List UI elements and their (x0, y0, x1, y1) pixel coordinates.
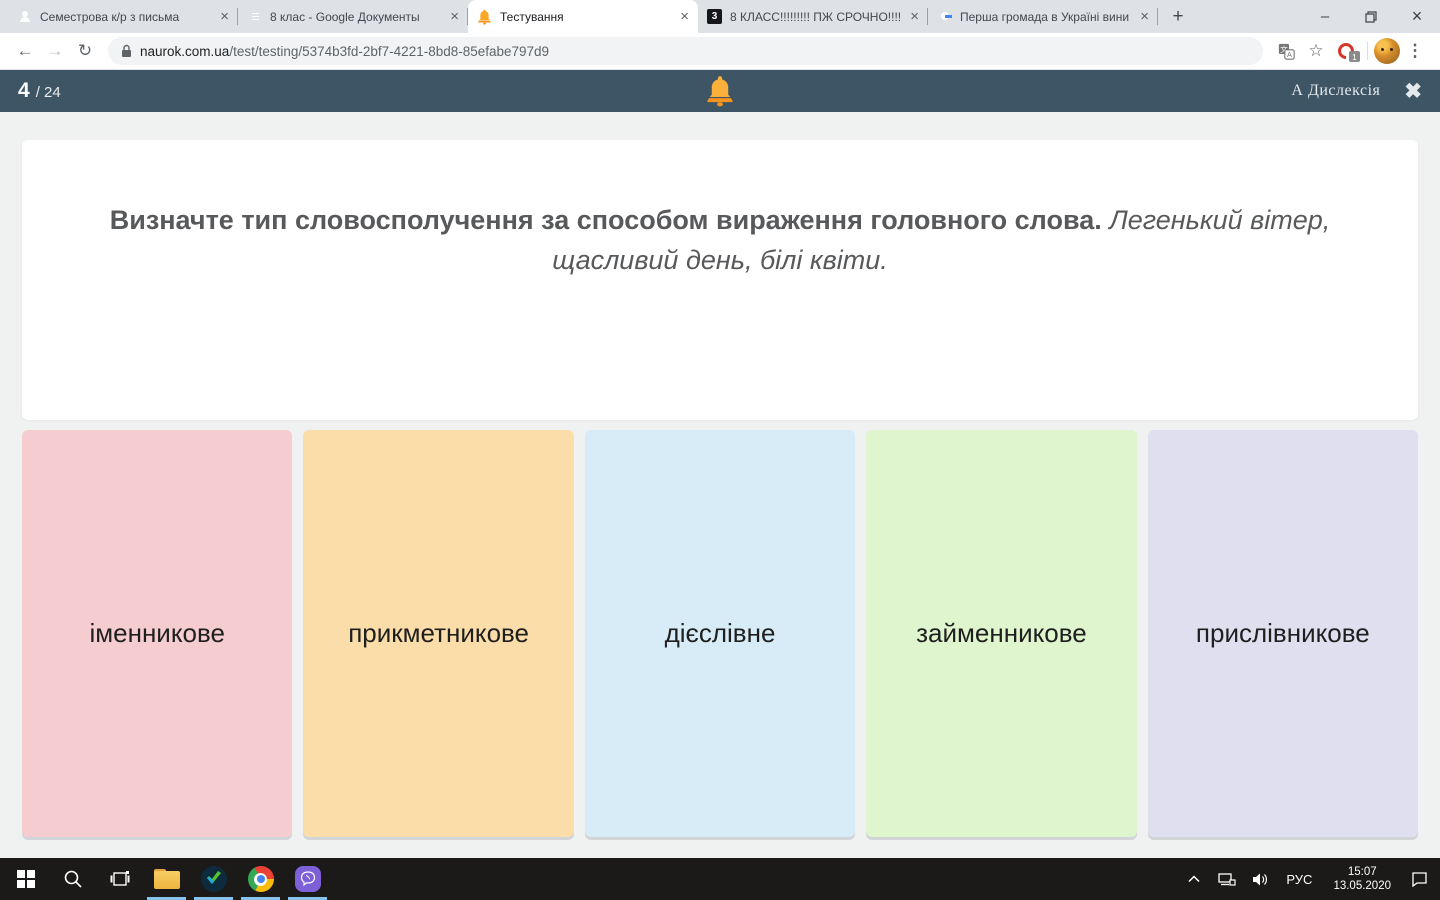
viber-icon[interactable] (284, 858, 331, 900)
green-app-icon[interactable] (190, 858, 237, 900)
answer-card-1[interactable]: іменникове (22, 430, 292, 837)
tab-title: Перша громада в Україні вини (960, 10, 1131, 24)
tab-close-icon[interactable]: × (1138, 9, 1151, 24)
task-view-icon[interactable] (96, 858, 143, 900)
answer-label: іменникове (89, 618, 224, 649)
answer-card-2[interactable]: прикметникове (303, 430, 573, 837)
tab-close-icon[interactable]: × (218, 9, 231, 24)
back-icon[interactable]: ← (10, 41, 40, 61)
address-bar: ← → ↻ naurok.com.ua/test/testing/5374b3f… (0, 33, 1440, 70)
volume-icon[interactable] (1247, 872, 1273, 887)
reload-icon[interactable]: ↻ (70, 41, 100, 61)
start-button[interactable] (2, 858, 49, 900)
class-journal-icon (17, 9, 33, 25)
answer-label: займенникове (916, 618, 1087, 649)
translate-icon[interactable]: 文A (1271, 43, 1301, 60)
quiz-header: 4 / 24 А Дислексія ✖ (0, 70, 1440, 112)
quiz-content: Визначте тип словосполучення за способом… (0, 112, 1440, 858)
minimize-button[interactable]: – (1302, 0, 1348, 33)
dyslexia-toggle[interactable]: А Дислексія (1291, 82, 1380, 100)
restore-button[interactable] (1348, 0, 1394, 33)
extension-badge: 1 (1349, 51, 1360, 62)
tab-google-docs[interactable]: 8 клас - Google Документы × (238, 0, 468, 33)
tray-chevron-icon[interactable] (1181, 875, 1207, 883)
chrome-icon[interactable] (237, 858, 284, 900)
answer-label: прикметникове (348, 618, 529, 649)
svg-text:A: A (1287, 50, 1292, 59)
answers-row: іменникове прикметникове дієслівне займенни… (22, 430, 1418, 837)
date: 13.05.2020 (1333, 880, 1391, 892)
answer-card-4[interactable]: займенникове (866, 430, 1136, 837)
question-text: Визначте тип словосполучення за способом… (82, 200, 1358, 420)
toolbar-separator (1367, 42, 1368, 60)
tab-persha-gromada[interactable]: Перша громада в Україні вини × (928, 0, 1158, 33)
tab-close-icon[interactable]: × (678, 9, 691, 24)
profile-avatar[interactable] (1374, 38, 1400, 64)
google-docs-icon (247, 9, 263, 25)
windows-taskbar: РУС 15:07 13.05.2020 (0, 858, 1440, 900)
answer-label: дієслівне (665, 618, 776, 649)
new-tab-button[interactable]: + (1164, 3, 1192, 31)
tab-strip: Семестрова к/р з письма × 8 клас - Googl… (0, 0, 1440, 33)
answer-card-3[interactable]: дієслівне (585, 430, 855, 837)
extension-icon[interactable]: 1 (1331, 43, 1361, 59)
question-number: 4 (18, 79, 30, 103)
dark-3-favicon: 3 (707, 9, 723, 25)
question-progress: 4 / 24 (18, 79, 61, 103)
clock[interactable]: 15:07 13.05.2020 (1325, 865, 1399, 893)
bookmark-star-icon[interactable]: ☆ (1301, 41, 1331, 61)
window-controls: – × (1302, 0, 1440, 33)
answer-card-5[interactable]: прислівникове (1148, 430, 1418, 837)
tab-close-icon[interactable]: × (908, 9, 921, 24)
tab-title: 8 КЛАСС!!!!!!!!! ПЖ СРОЧНО!!!!!! (730, 10, 901, 24)
url-text: naurok.com.ua/test/testing/5374b3fd-2bf7… (140, 44, 549, 59)
question-card: Визначте тип словосполучення за способом… (22, 140, 1418, 420)
bell-icon (706, 75, 734, 112)
action-center-icon[interactable] (1406, 871, 1432, 887)
system-tray: РУС 15:07 13.05.2020 (1181, 865, 1440, 893)
close-test-icon[interactable]: ✖ (1404, 81, 1422, 102)
bell-favicon (477, 9, 493, 25)
url-field[interactable]: naurok.com.ua/test/testing/5374b3fd-2bf7… (108, 37, 1263, 65)
tab-title: Тестування (500, 10, 671, 24)
tab-close-icon[interactable]: × (448, 9, 461, 24)
tab-title: Семестрова к/р з письма (40, 10, 211, 24)
google-g-icon (937, 9, 953, 25)
search-icon[interactable] (49, 858, 96, 900)
tab-8-klass[interactable]: 3 8 КЛАСС!!!!!!!!! ПЖ СРОЧНО!!!!!! × (698, 0, 928, 33)
forward-icon[interactable]: → (40, 41, 70, 61)
tab-testuvannya-active[interactable]: Тестування × (468, 0, 698, 33)
answer-label: прислівникове (1196, 618, 1370, 649)
network-icon[interactable] (1214, 872, 1240, 887)
question-total: / 24 (36, 84, 61, 101)
lock-icon (121, 44, 132, 58)
time: 15:07 (1348, 866, 1377, 878)
question-main: Визначте тип словосполучення за способом… (110, 205, 1102, 235)
language-indicator[interactable]: РУС (1280, 872, 1318, 887)
tab-semestrova[interactable]: Семестрова к/р з письма × (8, 0, 238, 33)
file-explorer-icon[interactable] (143, 858, 190, 900)
chrome-menu-icon[interactable]: ⋮ (1400, 41, 1430, 61)
close-window-button[interactable]: × (1394, 0, 1440, 33)
tab-title: 8 клас - Google Документы (270, 10, 441, 24)
